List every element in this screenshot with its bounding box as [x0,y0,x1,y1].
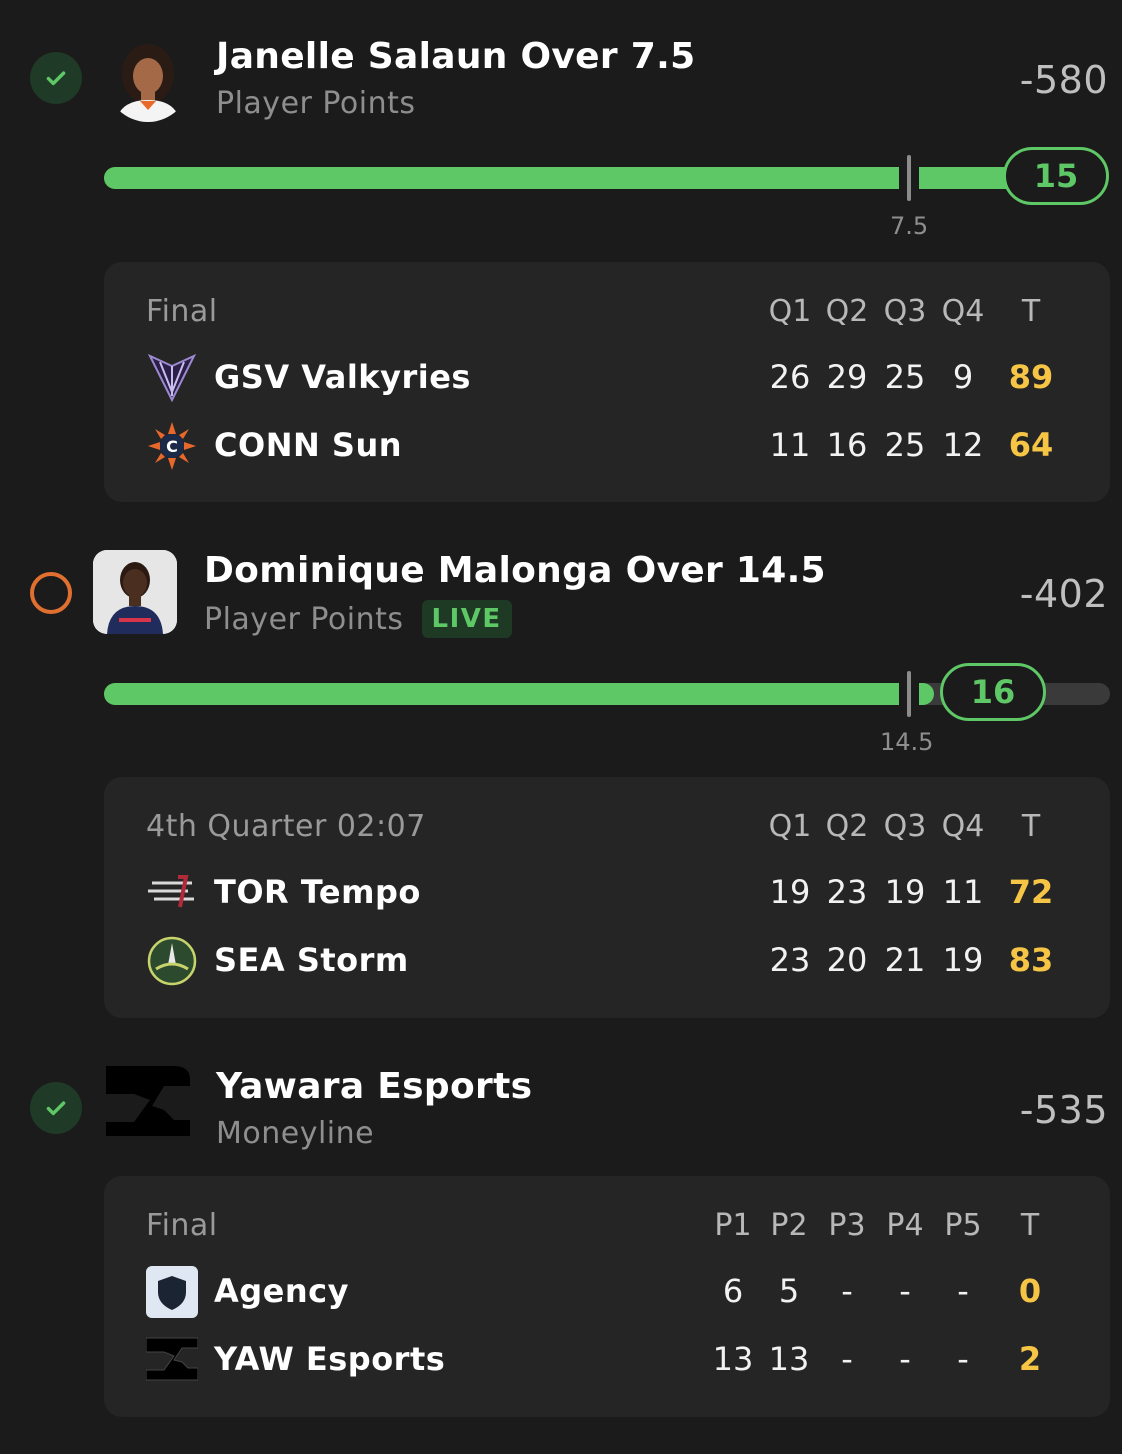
column-header: Q2 [825,809,869,844]
bet-market: Player Points [216,86,416,121]
score-cell: - [841,1340,853,1378]
bet-leg[interactable]: Yawara Esports Moneyline -535 Final P1 P… [0,1040,1122,1454]
bet-leg[interactable]: Janelle Salaun Over 7.5 Player Points -5… [0,0,1122,520]
team-name: YAW Esports [214,1340,446,1378]
bet-title: Dominique Malonga Over 14.5 [204,550,826,591]
team-name: GSV Valkyries [214,358,471,396]
total-score: 2 [1018,1340,1042,1378]
score-cell: 19 [942,941,984,979]
yawara-logo-icon [145,1334,199,1386]
score-cell: 5 [778,1272,800,1310]
game-state: Final [146,294,218,329]
team-name: Agency [214,1272,349,1310]
score-cell: 19 [769,873,811,911]
bet-title: Yawara Esports [216,1066,533,1107]
score-cell: 13 [712,1340,754,1378]
player-avatar [106,38,190,122]
tempo-logo-icon [146,867,198,919]
score-cell: 16 [826,426,868,464]
market-label: Player Points [216,86,416,121]
line-marker [899,155,919,201]
bet-market: Moneyline [216,1116,374,1151]
total-score: 83 [1008,941,1054,979]
progress-fill [104,683,934,705]
column-header: P1 [714,1208,752,1243]
column-header: T [1021,294,1041,329]
column-header: Q1 [768,809,812,844]
column-header: Q2 [825,294,869,329]
line-value-label: 14.5 [880,728,934,756]
score-cell: 19 [884,873,926,911]
game-state: 4th Quarter 02:07 [146,809,426,844]
svg-text:C: C [166,437,178,456]
agency-shield-logo-icon [146,1266,198,1318]
storm-logo-icon [146,935,198,987]
column-header: Q1 [768,294,812,329]
scoreboard[interactable]: Final Q1 Q2 Q3 Q4 T GSV Valkyries 26 29 … [104,262,1110,502]
bet-odds: -580 [1019,58,1108,102]
market-label: Moneyline [216,1116,375,1151]
line-marker [899,671,919,717]
sun-logo-icon: C [146,420,198,472]
score-cell: 25 [884,426,926,464]
score-cell: 21 [884,941,926,979]
score-cell: 26 [769,358,811,396]
score-cell: - [899,1272,911,1310]
column-header: Q4 [941,294,985,329]
score-cell: 9 [952,358,974,396]
score-cell: - [957,1340,969,1378]
player-avatar [93,550,177,634]
team-name: SEA Storm [214,941,409,979]
market-label: Player Points [204,601,404,637]
score-cell: 25 [884,358,926,396]
progress-track [104,155,1104,201]
score-cell: 13 [768,1340,810,1378]
column-header: T [1021,809,1041,844]
current-stat-bubble: 16 [940,663,1046,721]
bet-title: Janelle Salaun Over 7.5 [216,36,696,77]
score-cell: 11 [769,426,811,464]
score-cell: 23 [769,941,811,979]
bet-leg[interactable]: Dominique Malonga Over 14.5 Player Point… [0,520,1122,1040]
progress-fill [104,167,1104,189]
pending-circle-icon [30,572,72,614]
total-score: 0 [1018,1272,1042,1310]
bet-odds: -535 [1019,1088,1108,1132]
yawara-logo-icon [104,1066,190,1136]
total-score: 89 [1008,358,1054,396]
column-header: Q4 [941,809,985,844]
score-cell: 29 [826,358,868,396]
bet-market: Player Points LIVE [204,600,512,638]
current-stat-bubble: 15 [1003,147,1109,205]
column-header: T [1020,1208,1040,1243]
live-badge: LIVE [421,600,512,638]
score-cell: 23 [826,873,868,911]
score-cell: 6 [722,1272,744,1310]
check-circle-icon [30,1082,82,1134]
column-header: P5 [944,1208,982,1243]
bet-odds: -402 [1019,572,1108,616]
score-cell: 11 [942,873,984,911]
score-cell: - [957,1272,969,1310]
total-score: 72 [1008,873,1054,911]
line-value-label: 7.5 [890,212,929,240]
team-name: CONN Sun [214,426,402,464]
column-header: P4 [886,1208,924,1243]
total-score: 64 [1008,426,1054,464]
check-circle-icon [30,52,82,104]
valkyries-logo-icon [146,352,198,404]
column-header: P2 [770,1208,808,1243]
scoreboard[interactable]: 4th Quarter 02:07 Q1 Q2 Q3 Q4 T TOR Temp… [104,777,1110,1018]
column-header: P3 [828,1208,866,1243]
game-state: Final [146,1208,218,1243]
score-cell: 12 [942,426,984,464]
column-header: Q3 [883,809,927,844]
score-cell: - [841,1272,853,1310]
scoreboard[interactable]: Final P1 P2 P3 P4 P5 T Agency 6 5 - - - … [104,1176,1110,1417]
score-cell: - [899,1340,911,1378]
team-name: TOR Tempo [214,873,421,911]
column-header: Q3 [883,294,927,329]
score-cell: 20 [826,941,868,979]
